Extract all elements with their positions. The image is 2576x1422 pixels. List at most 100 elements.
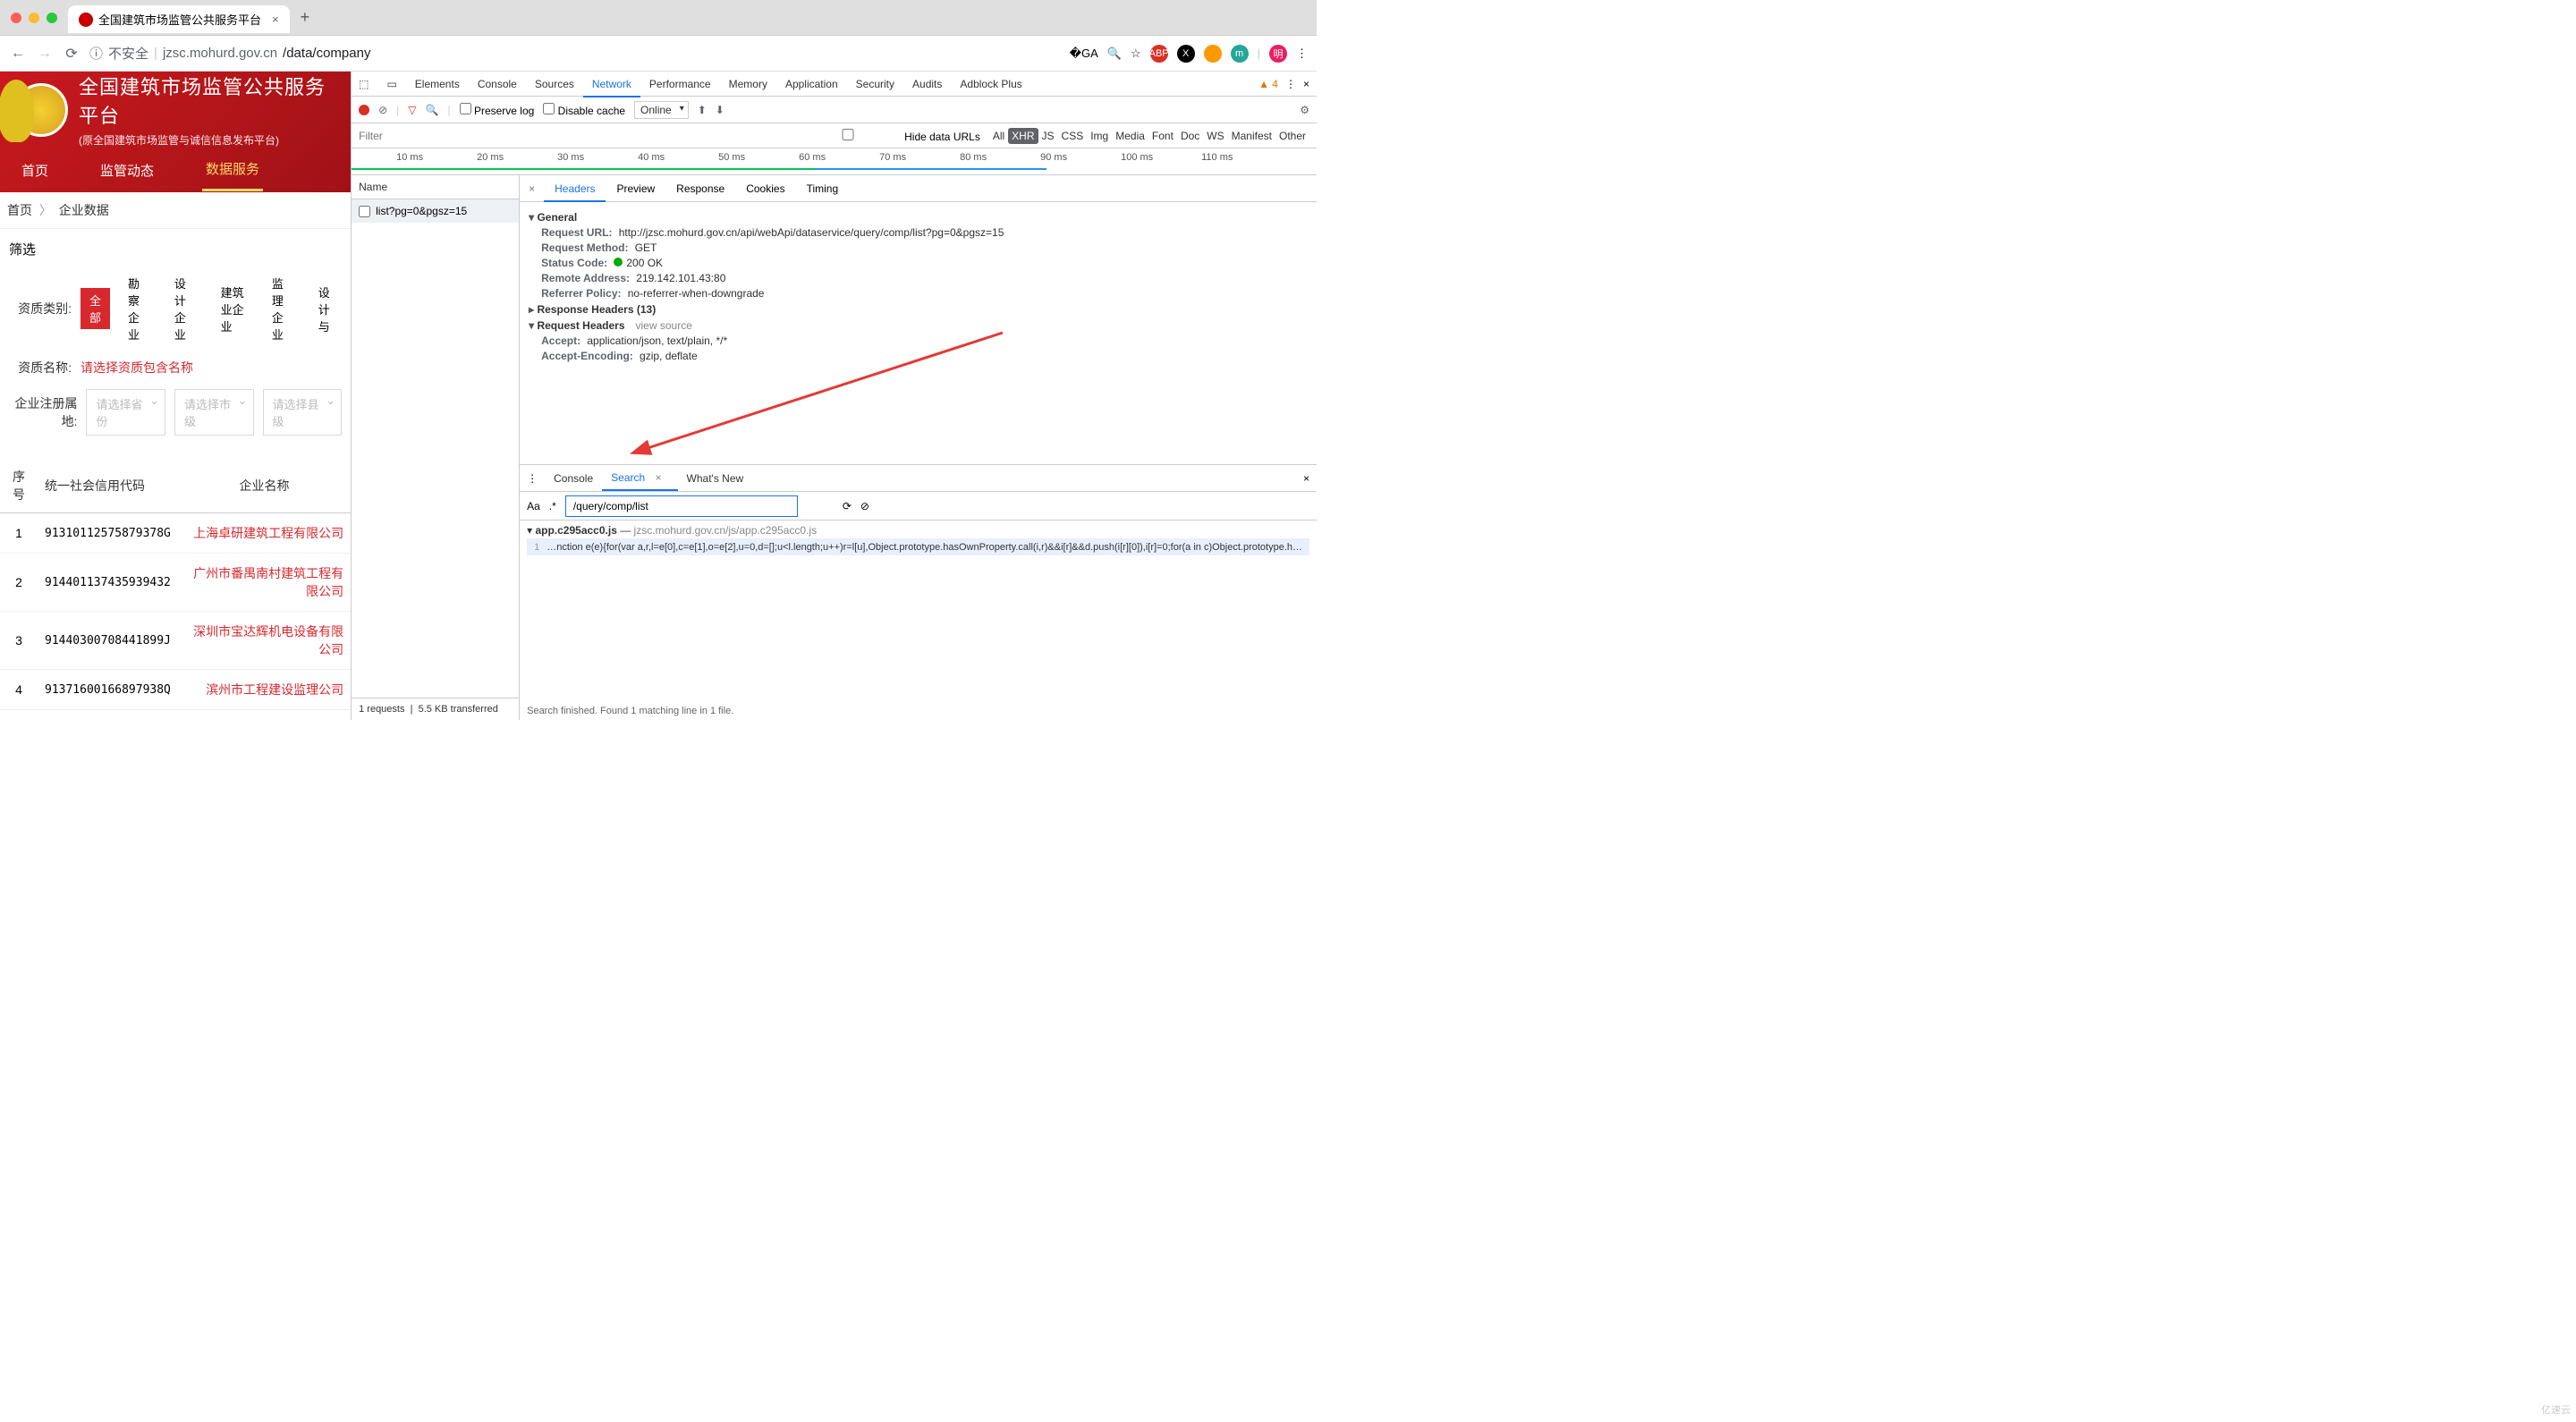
extension-teal-icon[interactable]: m <box>1231 45 1249 63</box>
abp-extension-icon[interactable]: ABP <box>1150 45 1168 63</box>
filter-type-ws[interactable]: WS <box>1203 128 1227 144</box>
table-row[interactable]: 2914401137435939432广州市番禺南村建筑工程有限公司 <box>0 554 351 612</box>
download-icon[interactable]: ⬇ <box>716 104 724 116</box>
extension-orange-icon[interactable] <box>1204 45 1222 63</box>
regex-toggle[interactable]: .* <box>549 500 556 512</box>
disable-cache-checkbox[interactable]: Disable cache <box>543 103 625 117</box>
hide-data-urls-checkbox[interactable]: Hide data URLs <box>794 129 980 143</box>
request-checkbox[interactable] <box>359 206 370 217</box>
upload-icon[interactable]: ⬆ <box>698 104 707 116</box>
detail-tab-preview[interactable]: Preview <box>606 177 665 200</box>
search-icon[interactable]: 🔍 <box>426 104 439 116</box>
filter-type-js[interactable]: JS <box>1038 128 1058 144</box>
crumb-home[interactable]: 首页 <box>7 203 32 217</box>
browser-tab[interactable]: 全国建筑市场监管公共服务平台 × <box>68 5 290 33</box>
filter-type-xhr[interactable]: XHR <box>1008 128 1038 144</box>
network-timeline[interactable]: 10 ms20 ms30 ms40 ms50 ms60 ms70 ms80 ms… <box>352 148 1317 175</box>
devtools-tab-console[interactable]: Console <box>469 72 526 96</box>
city-select[interactable]: 请选择市级 <box>174 389 254 436</box>
devtools-tab-network[interactable]: Network <box>583 72 640 97</box>
qual-name-select[interactable]: 请选择资质包含名称 <box>80 359 193 377</box>
table-row[interactable]: 191310112575879378G上海卓研建筑工程有限公司 <box>0 513 351 554</box>
filter-type-css[interactable]: CSS <box>1058 128 1088 144</box>
search-input[interactable] <box>565 495 798 517</box>
record-button[interactable] <box>359 105 369 115</box>
search-result-file[interactable]: ▾ app.c295acc0.js — jzsc.mohurd.gov.cn/j… <box>527 524 1309 537</box>
settings-icon[interactable]: ⚙ <box>1300 104 1309 116</box>
filter-type-manifest[interactable]: Manifest <box>1228 128 1275 144</box>
devtools-menu-icon[interactable]: ⋮ <box>1285 78 1296 90</box>
devtools-tab-elements[interactable]: Elements <box>406 72 469 96</box>
chrome-menu-icon[interactable]: ⋮ <box>1296 47 1308 61</box>
zoom-window-icon[interactable] <box>47 13 57 23</box>
table-row[interactable]: 591520100551934643N贵州坤元建设工程有限公司 <box>0 710 351 721</box>
zoom-icon[interactable]: 🔍 <box>1107 47 1122 61</box>
devtools-tab-application[interactable]: Application <box>776 72 847 96</box>
refresh-search-icon[interactable]: ⟳ <box>843 500 852 512</box>
devtools-close-icon[interactable]: × <box>1303 78 1309 90</box>
detail-tab-cookies[interactable]: Cookies <box>735 177 795 200</box>
minimize-window-icon[interactable] <box>29 13 39 23</box>
new-tab-button[interactable]: + <box>301 8 310 27</box>
clear-button[interactable]: ⊘ <box>378 104 387 116</box>
filter-type-font[interactable]: Font <box>1148 128 1177 144</box>
preserve-log-checkbox[interactable]: Preserve log <box>460 103 535 117</box>
filter-input[interactable] <box>359 130 466 142</box>
drawer-tab-console[interactable]: Console <box>545 467 602 490</box>
nav-supervision[interactable]: 监管动态 <box>97 150 157 190</box>
drawer-tab-search[interactable]: Search × <box>602 466 677 491</box>
filter-type-doc[interactable]: Doc <box>1177 128 1203 144</box>
inspect-icon[interactable]: ⬚ <box>352 72 377 96</box>
tag-design[interactable]: 设计企业 <box>165 271 203 346</box>
filter-type-all[interactable]: All <box>989 128 1008 144</box>
devtools-tab-sources[interactable]: Sources <box>526 72 583 96</box>
device-toggle-icon[interactable]: ▭ <box>377 72 405 96</box>
nav-data-service[interactable]: 数据服务 <box>202 148 263 191</box>
detail-tab-response[interactable]: Response <box>665 177 735 200</box>
devtools-tab-performance[interactable]: Performance <box>640 72 720 96</box>
address-field[interactable]: ⓘ 不安全 | jzsc.mohurd.gov.cn/data/company <box>89 44 1061 63</box>
table-row[interactable]: 491371600166897938Q滨州市工程建设监理公司 <box>0 670 351 710</box>
close-tab-icon[interactable]: × <box>272 13 279 26</box>
extension-x-icon[interactable]: X <box>1177 45 1195 63</box>
devtools-tab-audits[interactable]: Audits <box>903 72 951 96</box>
throttle-select[interactable]: Online <box>634 101 689 119</box>
filter-type-img[interactable]: Img <box>1087 128 1112 144</box>
filter-type-media[interactable]: Media <box>1112 128 1148 144</box>
nav-home[interactable]: 首页 <box>18 150 52 190</box>
tag-construction[interactable]: 建筑业企业 <box>212 280 254 338</box>
filter-icon[interactable]: ▽ <box>408 104 416 116</box>
drawer-menu-icon[interactable]: ⋮ <box>520 472 545 485</box>
close-detail-icon[interactable]: × <box>520 182 544 195</box>
devtools-tab-memory[interactable]: Memory <box>720 72 776 96</box>
tag-survey[interactable]: 勘察企业 <box>119 271 157 346</box>
request-headers-section[interactable]: Request Headersview source <box>529 319 1308 332</box>
clear-search-icon[interactable]: ⊘ <box>860 500 869 512</box>
warning-badge[interactable]: ▲ 4 <box>1258 78 1278 90</box>
search-result-line[interactable]: 1…nction e(e){for(var a,r,l=e[0],c=e[1],… <box>527 538 1309 555</box>
county-select[interactable]: 请选择县级 <box>263 389 343 436</box>
tag-supervision[interactable]: 监理企业 <box>263 271 301 346</box>
tag-all[interactable]: 全部 <box>80 288 110 329</box>
drawer-close-icon[interactable]: × <box>1296 472 1317 485</box>
forward-button[interactable]: → <box>36 46 54 62</box>
back-button[interactable]: ← <box>9 46 27 62</box>
drawer-tab-whatsnew[interactable]: What's New <box>678 467 753 490</box>
crumb-company[interactable]: 企业数据 <box>59 203 109 217</box>
response-headers-section[interactable]: Response Headers (13) <box>529 303 1308 316</box>
province-select[interactable]: 请选择省份 <box>86 389 165 436</box>
match-case-toggle[interactable]: Aa <box>527 500 540 512</box>
bookmark-icon[interactable]: ☆ <box>1131 47 1141 61</box>
filter-type-other[interactable]: Other <box>1275 128 1309 144</box>
table-row[interactable]: 391440300708441899J深圳市宝达辉机电设备有限公司 <box>0 612 351 670</box>
detail-tab-timing[interactable]: Timing <box>796 177 850 200</box>
tag-design-and[interactable]: 设计与 <box>309 280 342 338</box>
devtools-tab-security[interactable]: Security <box>847 72 903 96</box>
close-window-icon[interactable] <box>11 13 21 23</box>
request-row[interactable]: list?pg=0&pgsz=15 <box>352 199 519 223</box>
reload-button[interactable]: ⟳ <box>63 45 80 63</box>
general-section[interactable]: General <box>529 211 1308 224</box>
close-search-tab-icon[interactable]: × <box>648 471 669 484</box>
profile-avatar[interactable]: 明 <box>1269 45 1287 63</box>
translate-icon[interactable]: �GA <box>1070 47 1098 61</box>
